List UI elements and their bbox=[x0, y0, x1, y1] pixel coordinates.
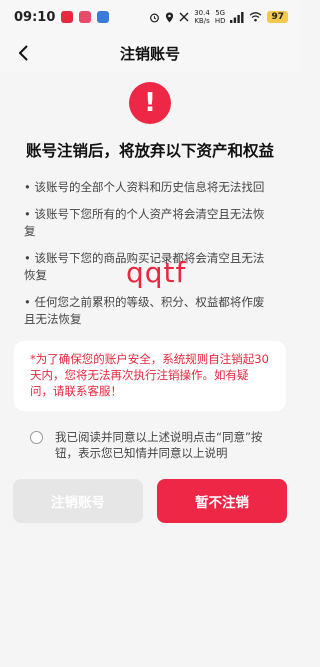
agreement-text: 我已阅读并同意以上述说明点击“同意”按钮，表示您已知情并同意以上说明 bbox=[55, 430, 263, 460]
status-time: 09:10 bbox=[14, 9, 56, 25]
rules-list: • 该账号的全部个人资料和历史信息将无法找回 • 该账号下您所有的个人资产将会清… bbox=[0, 179, 300, 328]
net-speed: 30.4 KB/s bbox=[194, 9, 210, 25]
page-title: 注销账号 bbox=[119, 44, 180, 63]
location-icon bbox=[166, 12, 174, 22]
alarm-icon bbox=[150, 13, 160, 22]
agreement-row[interactable]: 我已阅读并同意以上述说明点击“同意”按钮，表示您已知情并同意以上说明 bbox=[0, 429, 300, 461]
wifi-icon bbox=[250, 12, 262, 22]
rule-item: • 该账号下您的商品购买记录都将会清空且无法恢复 bbox=[24, 251, 265, 282]
battery-indicator: 97 bbox=[267, 11, 288, 23]
net-type: 5G HD bbox=[214, 9, 226, 25]
back-button[interactable] bbox=[10, 40, 36, 66]
keep-account-button[interactable]: 暂不注销 bbox=[157, 479, 287, 523]
agree-radio[interactable] bbox=[30, 431, 43, 444]
notice-text: *为了确保您的账户安全，系统规则自注销起30天内，您将无法再次执行注销操作。如有… bbox=[30, 352, 269, 398]
rule-item: • 任何您之前累积的等级、积分、权益都将作废且无法恢复 bbox=[24, 295, 265, 326]
app-notification-icon-3 bbox=[97, 11, 110, 23]
security-notice: *为了确保您的账户安全，系统规则自注销起30天内，您将无法再次执行注销操作。如有… bbox=[14, 341, 286, 411]
signal-bars-icon bbox=[230, 11, 244, 23]
chevron-left-icon bbox=[19, 45, 28, 61]
button-row: 注销账号 暂不注销 bbox=[0, 479, 300, 523]
status-left: 09:10 bbox=[14, 9, 110, 25]
signal-x-icon bbox=[179, 12, 189, 22]
app-notification-icon-2 bbox=[79, 11, 92, 23]
warning-icon-wrap: ! bbox=[0, 82, 300, 124]
status-bar: 09:10 30.4 KB/s 5G HD 97 bbox=[0, 0, 300, 34]
navigation-bar: 注销账号 bbox=[0, 34, 300, 72]
headline: 账号注销后，将放弃以下资产和权益 bbox=[25, 142, 274, 160]
app-notification-icon-1 bbox=[61, 11, 74, 23]
exclamation-warning-icon: ! bbox=[129, 82, 171, 124]
rule-item: • 该账号下您所有的个人资产将会清空且无法恢复 bbox=[24, 207, 265, 238]
cancel-account-button[interactable]: 注销账号 bbox=[13, 479, 143, 523]
status-right: 30.4 KB/s 5G HD 97 bbox=[149, 9, 288, 25]
rule-item: • 该账号的全部个人资料和历史信息将无法找回 bbox=[24, 180, 265, 194]
